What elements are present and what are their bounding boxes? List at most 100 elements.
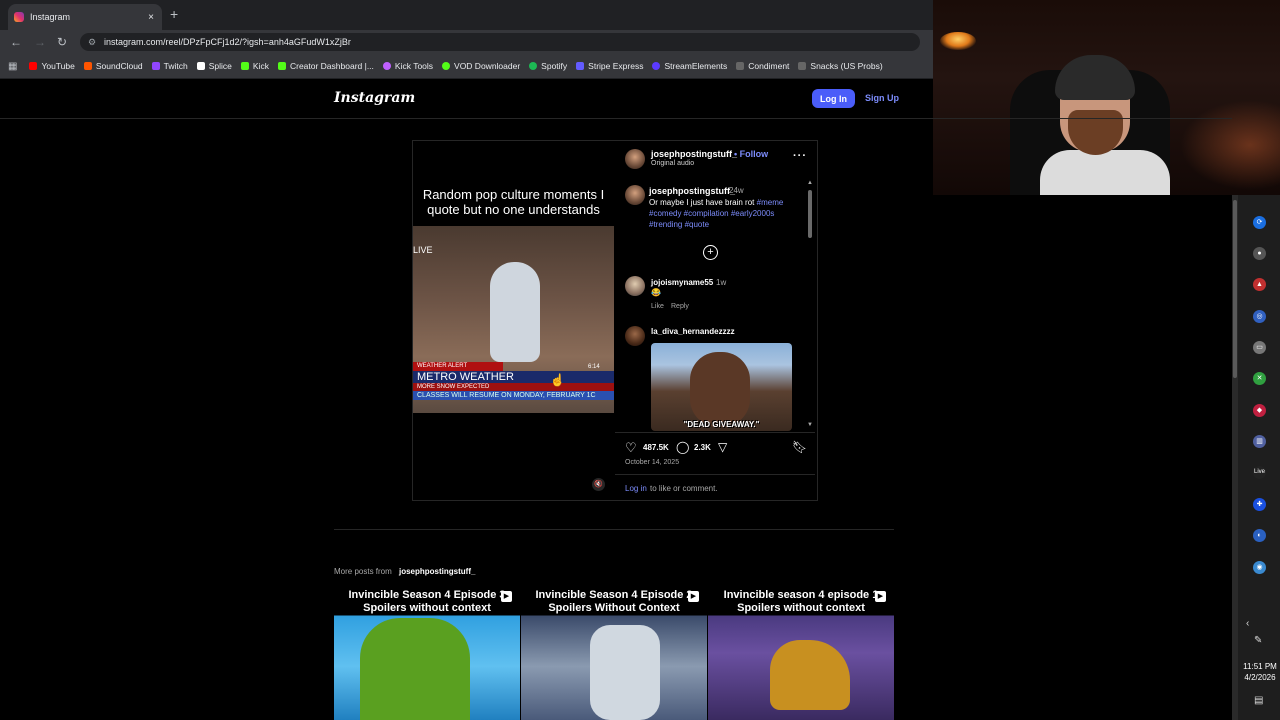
live-app-icon[interactable]: Live — [1253, 466, 1266, 479]
forward-icon[interactable]: → — [34, 35, 46, 49]
soundcloud-icon — [83, 62, 92, 70]
bookmark-twitch[interactable]: Twitch — [151, 61, 188, 71]
caption-time: 24w — [729, 186, 744, 195]
signup-link[interactable]: Sign Up — [865, 93, 899, 103]
apps-grid-icon[interactable]: ▦ — [8, 61, 17, 72]
bookmark-youtube[interactable]: YouTube — [29, 61, 75, 71]
dinosaur-character — [770, 640, 850, 710]
caption-text: Or maybe I just have brain rot #meme #co… — [649, 197, 797, 230]
comment-reply-link[interactable]: Reply — [671, 303, 689, 310]
bookmark-kick[interactable]: Kick — [240, 61, 269, 71]
post-date: October 14, 2025 — [625, 459, 680, 466]
comment-count[interactable]: 2.3K — [694, 443, 711, 452]
streamer-body — [1040, 150, 1170, 195]
back-icon[interactable]: ← — [10, 35, 22, 49]
streamelements-icon — [652, 62, 661, 70]
app-icon[interactable]: ● — [1253, 247, 1266, 260]
audio-label[interactable]: Original audio — [651, 160, 694, 167]
kick-icon — [277, 62, 286, 70]
instagram-logo[interactable]: Instagram — [334, 90, 415, 106]
instagram-favicon-icon — [14, 12, 24, 22]
thumbnail-caption: Invincible season 4 episode 1 Spoilers w… — [723, 589, 879, 614]
app-icon[interactable]: ▭ — [1253, 341, 1266, 354]
kick-icon — [240, 62, 249, 70]
tab-close-icon[interactable]: × — [148, 12, 154, 23]
save-bookmark-icon[interactable]: 🔖︎ — [792, 440, 807, 454]
youtube-icon — [29, 62, 38, 70]
login-link[interactable]: Log in — [625, 484, 647, 493]
bookmark-vod-downloader[interactable]: VOD Downloader — [442, 61, 520, 71]
cell-character — [360, 618, 470, 720]
clock-date: 4/2/2026 — [1244, 673, 1276, 682]
follow-button[interactable]: • Follow — [734, 149, 768, 159]
comment-avatar[interactable] — [625, 276, 645, 296]
tab-title: Instagram — [30, 12, 71, 22]
more-posts-user[interactable]: josephpostingstuff_ — [399, 567, 475, 576]
comment-username[interactable]: jojoismyname55 — [651, 278, 713, 287]
reload-icon[interactable]: ↻ — [57, 35, 67, 49]
url-field[interactable]: ⚙ instagram.com/reel/DPzFpCFj1d2/?igsh=a… — [80, 33, 920, 51]
bookmarks-bar: ▦ YouTube SoundCloud Twitch Splice Kick … — [0, 54, 933, 79]
chrome-icon[interactable]: ◉ — [1253, 561, 1266, 574]
bookmark-streamelements[interactable]: StreamElements — [652, 61, 727, 71]
app-icon[interactable]: ▥ — [1253, 435, 1266, 448]
mute-icon[interactable]: 🔇 — [592, 478, 605, 491]
bookmark-splice[interactable]: Splice — [196, 61, 232, 71]
chevron-left-icon[interactable]: ‹ — [1246, 618, 1249, 629]
pen-icon[interactable]: ✎ — [1254, 635, 1262, 646]
video-live-label: LIVE — [413, 245, 433, 255]
app-icon[interactable]: ▲ — [1253, 278, 1266, 291]
app-icon[interactable]: ◐ — [1253, 529, 1266, 542]
page-scroll-thumb[interactable] — [1233, 200, 1237, 378]
app-icon[interactable]: ✕ — [1253, 372, 1266, 385]
caption-username[interactable]: josephpostingstuff_ — [649, 186, 735, 196]
bookmark-snacks[interactable]: Snacks (US Probs) — [798, 61, 883, 71]
login-button[interactable]: Log In — [812, 89, 855, 108]
bookmark-kick-tools[interactable]: Kick Tools — [382, 61, 433, 71]
scroll-up-icon[interactable]: ▲ — [807, 180, 813, 186]
notification-icon[interactable]: ▤ — [1254, 695, 1263, 706]
app-icon[interactable]: ✚ — [1253, 498, 1266, 511]
weather-alert-bar: WEATHER ALERT — [413, 362, 503, 371]
section-divider — [334, 529, 894, 530]
comment-avatar[interactable] — [625, 326, 645, 346]
tab-instagram[interactable]: Instagram × — [8, 4, 162, 30]
classes-ticker: CLASSES WILL RESUME ON MONDAY, FEBRUARY … — [413, 391, 614, 400]
comments-scrollbar[interactable]: ▲ ▼ — [807, 180, 814, 430]
instagram-header — [0, 79, 1232, 119]
login-prompt: to like or comment. — [650, 484, 718, 493]
spotify-icon — [529, 62, 538, 70]
scroll-down-icon[interactable]: ▼ — [807, 422, 813, 428]
bookmark-page-icon — [798, 62, 807, 70]
bookmark-stripe-express[interactable]: Stripe Express — [576, 61, 643, 71]
more-posts-label: More posts from — [334, 567, 392, 576]
comment-username[interactable]: la_diva_hernandezzzz — [651, 327, 735, 336]
app-icon[interactable]: ◆ — [1253, 404, 1266, 417]
author-username[interactable]: josephpostingstuff_ — [651, 149, 737, 159]
system-clock[interactable]: 11:51 PM 4/2/2026 — [1240, 661, 1280, 683]
bookmark-soundcloud[interactable]: SoundCloud — [83, 61, 143, 71]
comment-like-link[interactable]: Like — [651, 303, 664, 310]
metro-weather-bar: METRO WEATHER — [413, 371, 614, 383]
bookmark-condiment[interactable]: Condiment — [736, 61, 789, 71]
url-text: instagram.com/reel/DPzFpCFj1d2/?igsh=anh… — [104, 37, 351, 47]
scroll-thumb[interactable] — [808, 190, 812, 238]
author-avatar[interactable] — [625, 149, 645, 169]
gif-caption: "DEAD GIVEAWAY." — [683, 420, 760, 429]
caption-avatar[interactable] — [625, 185, 645, 205]
comment-bubble-icon[interactable]: ◯ — [676, 440, 689, 454]
app-icon[interactable]: ◎ — [1253, 310, 1266, 323]
load-more-comments-icon[interactable]: + — [703, 245, 718, 260]
share-icon[interactable]: ▽ — [718, 440, 727, 454]
site-info-icon[interactable]: ⚙ — [88, 37, 98, 48]
video-timestamp: 6:14 — [588, 364, 600, 370]
bookmark-creator-dashboard[interactable]: Creator Dashboard |... — [277, 61, 374, 71]
like-heart-icon[interactable]: ♡ — [625, 440, 637, 456]
new-tab-button[interactable]: + — [170, 6, 178, 22]
twitch-icon — [151, 62, 160, 70]
video-person — [490, 262, 540, 362]
app-icon[interactable]: ⟳ — [1253, 216, 1266, 229]
more-options-icon[interactable]: ··· — [793, 150, 807, 162]
bookmark-spotify[interactable]: Spotify — [529, 61, 567, 71]
like-count[interactable]: 487.5K — [643, 443, 669, 452]
